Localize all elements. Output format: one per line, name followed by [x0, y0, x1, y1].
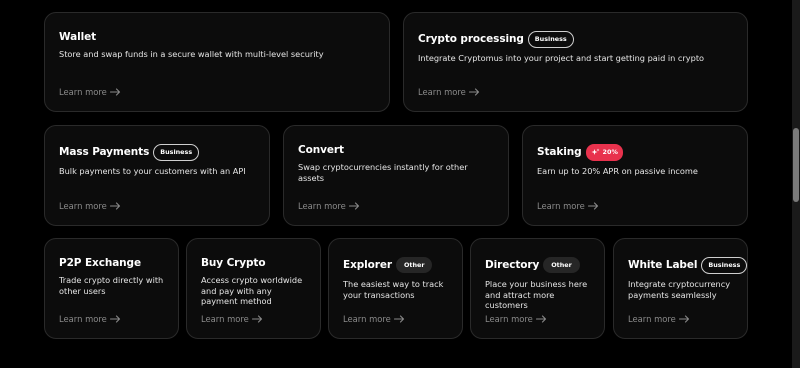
white-label-card[interactable]: White Label Business Integrate cryptocur… [613, 238, 748, 339]
mass-payments-card[interactable]: Mass Payments Business Bulk payments to … [44, 125, 270, 226]
arrow-right-icon [109, 202, 120, 210]
learn-more-label: Learn more [59, 201, 107, 211]
card-description: The easiest way to track your transactio… [343, 279, 444, 300]
learn-more-link[interactable]: Learn more [298, 201, 360, 211]
staking-card[interactable]: Staking 20% Earn up to 20% APR on passiv… [522, 125, 748, 226]
learn-more-label: Learn more [628, 314, 676, 324]
card-title: Staking [537, 146, 582, 158]
learn-more-link[interactable]: Learn more [628, 314, 690, 324]
business-badge: Business [527, 30, 574, 48]
arrow-right-icon [109, 88, 120, 96]
learn-more-label: Learn more [418, 87, 466, 97]
card-title-row: P2P Exchange [59, 253, 164, 273]
page-scrollbar[interactable] [792, 0, 800, 368]
arrow-right-icon [587, 202, 598, 210]
card-title: P2P Exchange [59, 257, 141, 269]
learn-more-label: Learn more [298, 201, 346, 211]
card-description: Earn up to 20% APR on passive income [537, 166, 698, 176]
other-badge: Other [543, 257, 580, 273]
card-description: Trade crypto directly with other users [59, 275, 164, 296]
wallet-card[interactable]: Wallet Store and swap funds in a secure … [44, 12, 390, 112]
card-title-row: Mass Payments Business [59, 142, 255, 162]
arrow-right-icon [535, 315, 546, 323]
arrow-right-icon [251, 315, 262, 323]
card-title-row: Directory Other [485, 255, 590, 275]
card-title: Directory [485, 259, 540, 271]
learn-more-label: Learn more [59, 87, 107, 97]
card-description: Bulk payments to your customers with an … [59, 166, 246, 176]
arrow-right-icon [678, 315, 689, 323]
learn-more-link[interactable]: Learn more [59, 201, 121, 211]
scrollbar-thumb[interactable] [793, 128, 799, 202]
learn-more-label: Learn more [537, 201, 585, 211]
directory-card[interactable]: Directory Other Place your business here… [470, 238, 605, 339]
card-title: Crypto processing [418, 33, 524, 45]
other-badge: Other [395, 257, 433, 273]
card-description: Integrate cryptocurrency payments seamle… [628, 279, 731, 300]
card-description: Integrate Cryptomus into your project an… [418, 53, 705, 63]
sparkle-icon [591, 148, 600, 155]
card-title-row: Buy Crypto [201, 253, 306, 273]
staking-rate-label: 20% [602, 148, 618, 156]
buy-crypto-card[interactable]: Buy Crypto Access crypto worldwide and p… [186, 238, 321, 339]
card-title: Wallet [59, 31, 97, 43]
card-title: White Label [628, 259, 698, 271]
learn-more-label: Learn more [343, 314, 391, 324]
card-title-row: Staking 20% [537, 142, 733, 162]
p2p-exchange-card[interactable]: P2P Exchange Trade crypto directly with … [44, 238, 179, 339]
business-badge: Business [153, 143, 200, 161]
arrow-right-icon [468, 88, 479, 96]
learn-more-link[interactable]: Learn more [343, 314, 405, 324]
learn-more-link[interactable]: Learn more [59, 87, 121, 97]
learn-more-link[interactable]: Learn more [418, 87, 480, 97]
card-title: Mass Payments [59, 146, 150, 158]
arrow-right-icon [109, 315, 120, 323]
card-description: Store and swap funds in a secure wallet … [59, 49, 324, 59]
arrow-right-icon [393, 315, 404, 323]
arrow-right-icon [348, 202, 359, 210]
learn-more-label: Learn more [59, 314, 107, 324]
staking-rate-badge: 20% [585, 143, 623, 161]
card-title: Explorer [343, 259, 392, 271]
card-description: Access crypto worldwide and pay with any… [201, 275, 303, 306]
learn-more-link[interactable]: Learn more [537, 201, 599, 211]
learn-more-label: Learn more [485, 314, 533, 324]
explorer-card[interactable]: Explorer Other The easiest way to track … [328, 238, 463, 339]
card-description: Swap cryptocurrencies instantly for othe… [298, 162, 468, 183]
card-title-row: Convert [298, 140, 494, 160]
card-title: Convert [298, 144, 344, 156]
card-description: Place your business here and attract mor… [485, 279, 588, 310]
card-title: Buy Crypto [201, 257, 266, 269]
card-title-row: White Label Business [628, 255, 748, 275]
learn-more-link[interactable]: Learn more [59, 314, 121, 324]
convert-card[interactable]: Convert Swap cryptocurrencies instantly … [283, 125, 509, 226]
crypto-processing-card[interactable]: Crypto processing Business Integrate Cry… [403, 12, 748, 112]
card-title-row: Wallet [59, 27, 375, 47]
learn-more-link[interactable]: Learn more [485, 314, 547, 324]
card-title-row: Explorer Other [343, 255, 448, 275]
learn-more-label: Learn more [201, 314, 249, 324]
card-title-row: Crypto processing Business [418, 29, 733, 49]
business-badge: Business [701, 256, 748, 274]
learn-more-link[interactable]: Learn more [201, 314, 263, 324]
